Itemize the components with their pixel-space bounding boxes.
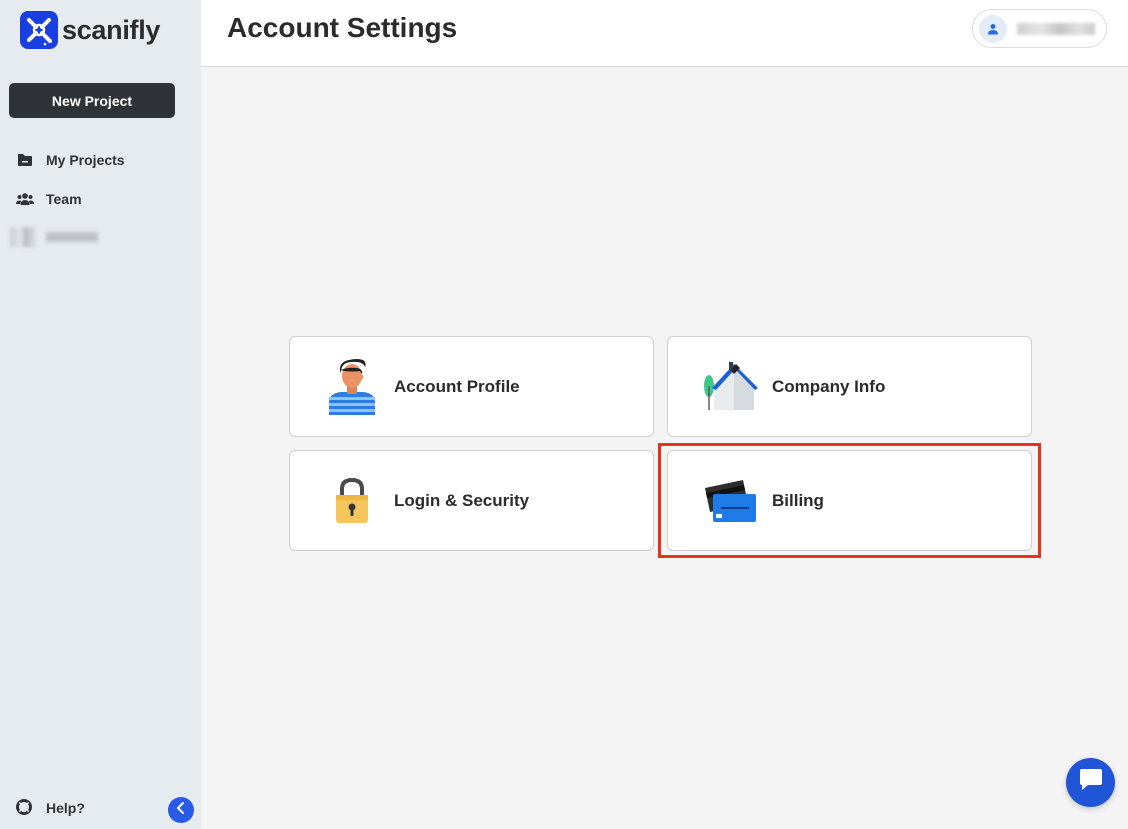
billing-card[interactable]: Billing: [667, 450, 1032, 551]
redacted-icon: [10, 227, 36, 247]
chat-widget-button[interactable]: [1066, 758, 1115, 807]
lifebuoy-icon: [16, 799, 34, 817]
scanifly-logo-icon: [20, 11, 58, 49]
page-title: Account Settings: [227, 12, 458, 43]
logo-wordmark: scanifly: [62, 14, 161, 45]
sidebar: scanifly New Project My Projects Team He…: [0, 0, 201, 829]
padlock-icon: [320, 469, 384, 533]
chat-bubble-icon: [1078, 768, 1104, 797]
collapse-sidebar-button[interactable]: [168, 797, 194, 823]
sidebar-item-label: My Projects: [46, 152, 125, 168]
help-link[interactable]: Help?: [16, 799, 85, 817]
user-name-redacted: [1017, 22, 1095, 35]
login-security-card[interactable]: Login & Security: [289, 450, 654, 551]
house-icon: [698, 355, 762, 419]
redacted-label: [46, 232, 98, 242]
sidebar-item-my-projects[interactable]: My Projects: [16, 151, 125, 169]
sidebar-item-team[interactable]: Team: [16, 190, 82, 208]
card-label: Billing: [772, 490, 824, 510]
account-profile-card[interactable]: Account Profile: [289, 336, 654, 437]
sidebar-item-label: Team: [46, 191, 82, 207]
chevron-left-icon: [176, 801, 186, 819]
new-project-button[interactable]: New Project: [9, 83, 175, 118]
card-label: Login & Security: [394, 490, 530, 510]
scanifly-logo[interactable]: scanifly: [20, 11, 160, 49]
team-icon: [16, 190, 34, 208]
company-info-card[interactable]: Company Info: [667, 336, 1032, 437]
folder-icon: [16, 151, 34, 169]
help-label: Help?: [46, 800, 85, 816]
sidebar-item-redacted[interactable]: [10, 226, 100, 248]
card-label: Company Info: [772, 376, 886, 396]
credit-card-icon: [698, 469, 762, 533]
card-label: Account Profile: [394, 376, 520, 396]
page-header: Account Settings: [201, 0, 1128, 67]
person-icon: [320, 355, 384, 419]
user-menu[interactable]: [972, 9, 1107, 48]
user-avatar-icon: [979, 14, 1007, 43]
